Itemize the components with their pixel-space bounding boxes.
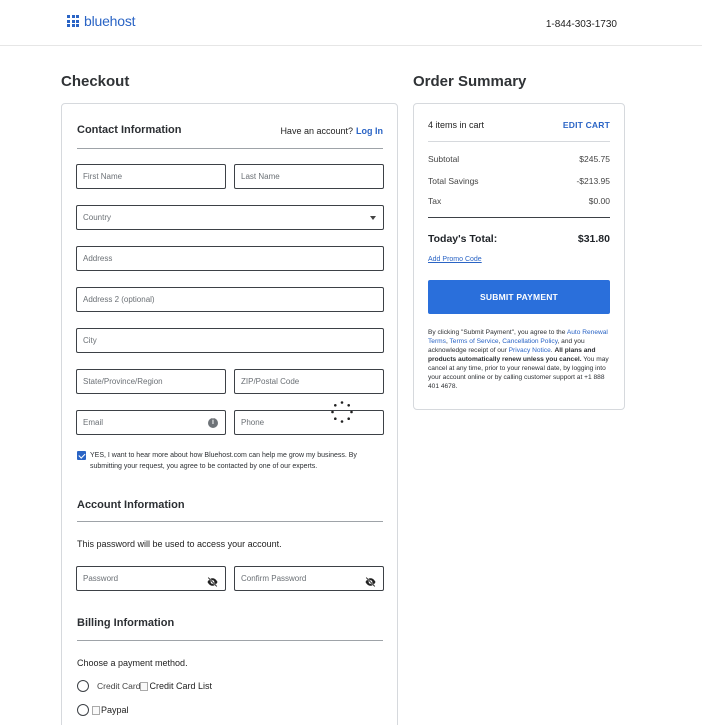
tax-value: $0.00 (588, 196, 610, 206)
top-bar: bluehost 1-844-303-1730 (0, 0, 702, 46)
marketing-checkbox[interactable] (77, 451, 86, 460)
support-phone: 1-844-303-1730 (545, 19, 617, 30)
city-placeholder: City (83, 336, 97, 345)
credit-card-list-image: Credit Card List (140, 681, 212, 691)
have-account-text: Have an account? Log In (280, 126, 383, 136)
contact-divider (77, 148, 383, 149)
last-name-input[interactable]: Last Name (234, 164, 384, 189)
legal-text-part: By clicking "Submit Payment", you agree … (428, 329, 567, 336)
phone-placeholder: Phone (241, 418, 265, 427)
payment-method-prompt: Choose a payment method. (77, 658, 188, 668)
eye-slash-icon[interactable] (365, 574, 376, 592)
savings-row: Total Savings -$213.95 (428, 176, 610, 186)
billing-info-heading: Billing Information (77, 617, 175, 629)
payment-option-credit-card[interactable]: Credit Card Credit Card List (77, 680, 212, 692)
password-placeholder: Password (83, 574, 119, 583)
confirm-password-placeholder: Confirm Password (241, 574, 307, 583)
have-account-label: Have an account? (280, 126, 353, 136)
broken-image-icon (92, 705, 100, 715)
address2-input[interactable]: Address 2 (optional) (76, 287, 384, 312)
summary-divider (428, 141, 610, 142)
marketing-opt-in-text: YES, I want to hear more about how Blueh… (90, 452, 357, 470)
address2-placeholder: Address 2 (optional) (83, 295, 155, 304)
confirm-password-input[interactable]: Confirm Password (234, 566, 384, 591)
legal-text: By clicking "Submit Payment", you agree … (428, 328, 612, 391)
order-summary-card: 4 items in cart EDIT CART Subtotal $245.… (413, 103, 625, 410)
privacy-notice-link[interactable]: Privacy Notice (509, 347, 551, 354)
login-link[interactable]: Log In (356, 126, 383, 136)
payment-option-paypal[interactable]: Paypal (77, 704, 129, 716)
broken-image-icon (140, 681, 149, 691)
contact-info-heading: Contact Information (77, 124, 182, 136)
email-placeholder: Email (83, 418, 104, 427)
billing-divider (77, 640, 383, 641)
logo-text: bluehost (84, 13, 136, 29)
first-name-placeholder: First Name (83, 172, 123, 181)
total-row: Today's Total: $31.80 (428, 233, 610, 245)
items-in-cart: 4 items in cart (428, 120, 485, 130)
credit-card-list-alt: Credit Card List (149, 681, 212, 691)
submit-payment-button[interactable]: SUBMIT PAYMENT (428, 280, 610, 314)
country-select[interactable]: Country (76, 205, 384, 230)
total-label: Today's Total: (428, 233, 498, 245)
chevron-down-icon (370, 216, 376, 220)
paypal-image: Paypal (92, 705, 129, 715)
savings-value: -$213.95 (576, 176, 610, 186)
logo-grid-icon (67, 15, 79, 27)
city-input[interactable]: City (76, 328, 384, 353)
add-promo-code-link[interactable]: Add Promo Code (428, 256, 482, 263)
tax-label: Tax (428, 196, 442, 206)
edit-cart-link[interactable]: EDIT CART (563, 120, 610, 130)
credit-card-label: Credit Card (97, 681, 141, 691)
email-input[interactable]: Email i (76, 410, 226, 435)
terms-of-service-link[interactable]: Terms of Service (450, 338, 499, 345)
paypal-radio[interactable] (77, 704, 89, 716)
account-info-heading: Account Information (77, 499, 185, 511)
subtotal-value: $245.75 (579, 154, 610, 164)
total-divider (428, 217, 610, 218)
address-placeholder: Address (83, 254, 113, 263)
country-placeholder: Country (83, 213, 112, 222)
info-icon[interactable]: i (208, 418, 218, 428)
eye-slash-icon[interactable] (207, 574, 218, 592)
paypal-alt: Paypal (101, 705, 129, 715)
bluehost-logo[interactable]: bluehost (67, 13, 136, 29)
savings-label: Total Savings (428, 176, 479, 186)
password-note: This password will be used to access you… (77, 539, 282, 549)
order-summary-title: Order Summary (413, 73, 527, 90)
total-value: $31.80 (577, 233, 610, 245)
subtotal-row: Subtotal $245.75 (428, 154, 610, 164)
state-input[interactable]: State/Province/Region (76, 369, 226, 394)
phone-input[interactable]: Phone (234, 410, 384, 435)
checkout-title: Checkout (61, 73, 130, 90)
zip-input[interactable]: ZIP/Postal Code (234, 369, 384, 394)
tax-row: Tax $0.00 (428, 196, 610, 206)
zip-placeholder: ZIP/Postal Code (241, 377, 300, 386)
credit-card-radio[interactable] (77, 680, 89, 692)
last-name-placeholder: Last Name (241, 172, 280, 181)
first-name-input[interactable]: First Name (76, 164, 226, 189)
address-input[interactable]: Address (76, 246, 384, 271)
loading-spinner-icon (331, 401, 353, 423)
cancellation-policy-link[interactable]: Cancellation Policy (502, 338, 557, 345)
password-input[interactable]: Password (76, 566, 226, 591)
subtotal-label: Subtotal (428, 154, 460, 164)
state-placeholder: State/Province/Region (83, 377, 163, 386)
account-divider (77, 521, 383, 522)
